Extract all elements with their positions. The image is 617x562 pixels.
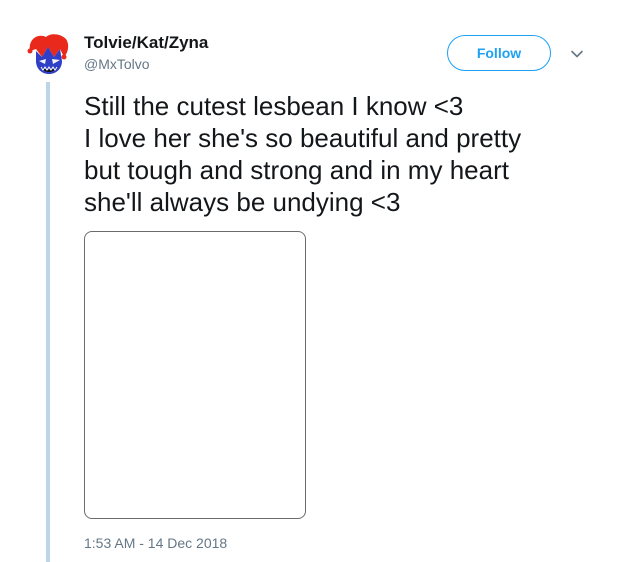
follow-button[interactable]: Follow (447, 35, 551, 71)
author-display-name[interactable]: Tolvie/Kat/Zyna (84, 33, 208, 53)
tweet-text-line: I love her she's so beautiful and pretty (84, 123, 522, 153)
thread-line (46, 82, 50, 562)
tweet-text: Still the cutest lesbean I know <3 I lov… (84, 90, 584, 218)
jester-avatar-icon[interactable] (26, 31, 72, 77)
tweet-text-line: she'll always be undying <3 (84, 187, 401, 217)
chevron-down-icon[interactable] (568, 45, 586, 63)
author-info[interactable]: Tolvie/Kat/Zyna @MxTolvo (84, 33, 208, 73)
tweet-text-line: but tough and strong and in my heart (84, 155, 509, 185)
author-handle[interactable]: @MxTolvo (84, 55, 208, 73)
tweet-card: Tolvie/Kat/Zyna @MxTolvo Follow Still th… (0, 0, 617, 562)
tweet-media-image[interactable] (84, 231, 306, 519)
tweet-timestamp[interactable]: 1:53 AM - 14 Dec 2018 (84, 534, 227, 552)
tweet-text-line: Still the cutest lesbean I know <3 (84, 91, 464, 121)
